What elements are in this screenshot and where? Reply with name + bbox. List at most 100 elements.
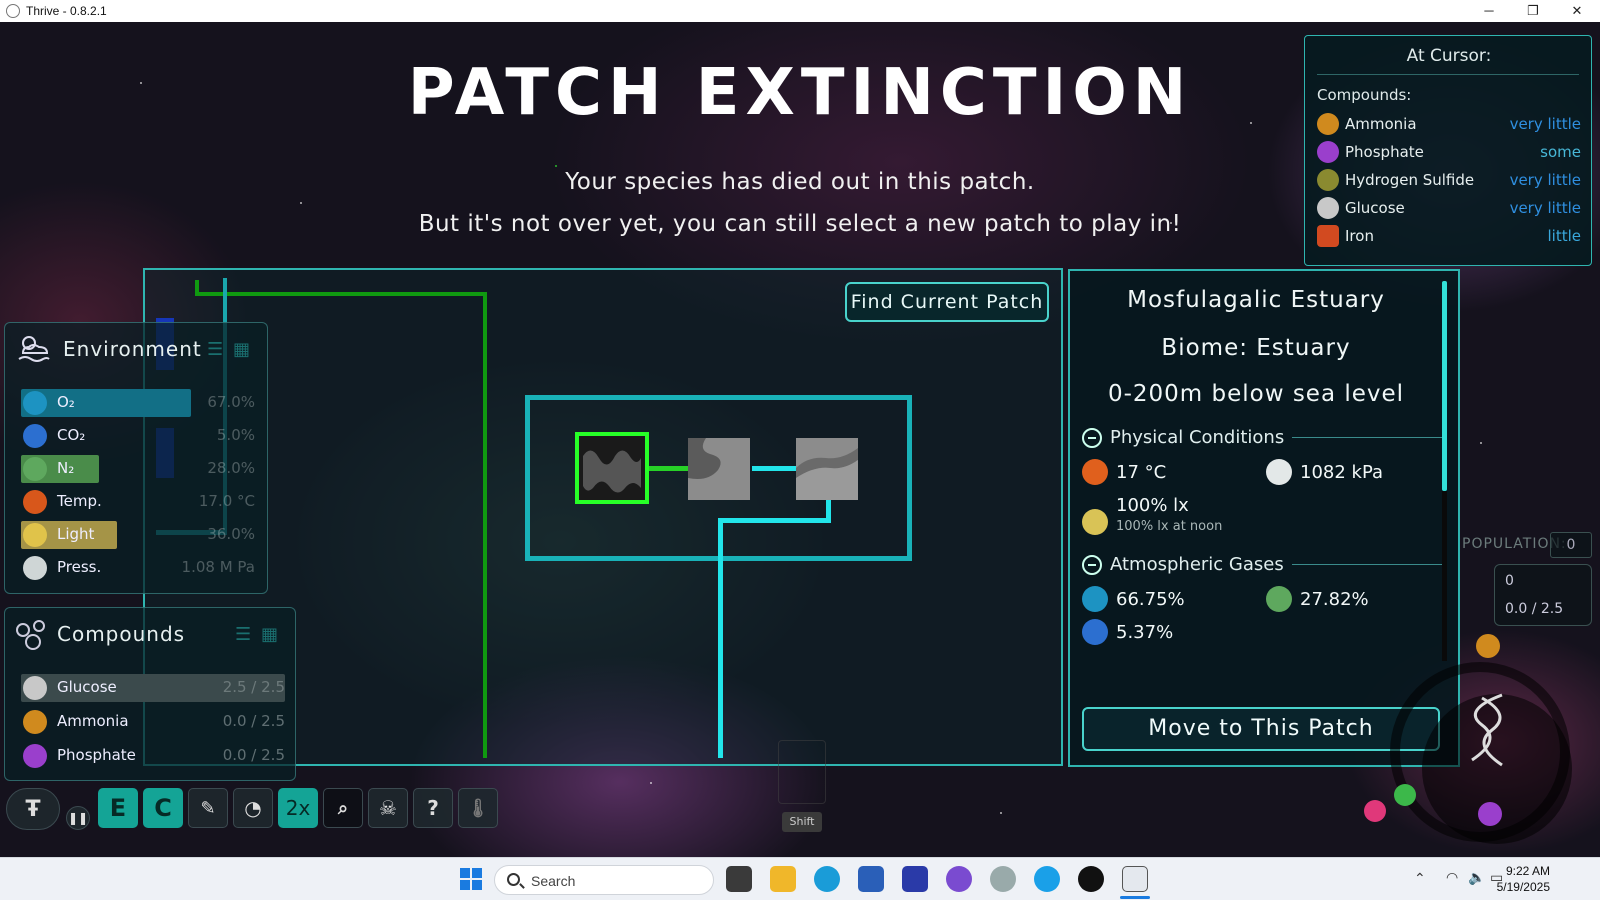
file-explorer-icon[interactable] [770,866,796,892]
ammonia-icon [23,710,47,734]
speed-button[interactable]: 2x [278,788,318,828]
skull-icon: ☠ [379,796,397,820]
grid-view-icon[interactable]: ▦ [261,624,278,645]
ammonia-icon [1317,113,1339,135]
task-view-icon[interactable] [726,866,752,892]
windows-start-icon[interactable] [458,866,484,892]
compounds-toggle-button[interactable]: C [143,788,183,828]
edge-icon[interactable] [814,866,840,892]
cursor-row-ammonia: Ammonia very little [1317,112,1581,138]
collapse-icon[interactable] [1082,554,1102,575]
editor-button[interactable]: E [98,788,138,828]
taskbar-search[interactable]: Search [494,865,714,895]
suicide-button[interactable]: ☠ [368,788,408,828]
light-at-noon: 100% lx at noon [1116,518,1223,534]
patch-node-selected[interactable] [575,432,649,504]
section-divider [1317,74,1579,75]
window-title-bar: Thrive - 0.8.2.1 ─ ❐ ✕ [0,0,1600,22]
mouse-hint [778,740,826,804]
app-icon[interactable] [1078,866,1104,892]
store-icon[interactable] [858,866,884,892]
dna-icon[interactable] [1462,690,1522,770]
patch-node-coastal[interactable] [796,438,858,500]
patch-node-estuary[interactable] [688,438,750,500]
env-row-temperature: Temp. 17.0 °C [17,488,267,516]
nitrogen-percentage: 27.82% [1300,588,1369,610]
pressure-label: Press. [57,558,102,576]
glucose-label: Glucose [57,678,117,696]
find-current-patch-button[interactable]: Find Current Patch [845,282,1049,322]
app-icon[interactable] [1034,866,1060,892]
cursor-compounds-label: Compounds: [1317,86,1412,104]
temperature-button[interactable]: 🌡 [458,788,498,828]
thermometer-icon [1082,459,1108,485]
scrollbar-track[interactable] [1442,491,1447,661]
grid-view-icon[interactable]: ▦ [233,339,250,360]
temperature-reading: 17 °C [1116,461,1167,483]
pause-button[interactable]: ❚❚ [66,806,90,830]
nitrogen-label: N₂ [57,459,75,477]
ammonia-hud-icon [1476,634,1500,658]
ammonia-value: 0.0 / 2.5 [222,712,285,730]
list-view-icon[interactable]: ☰ [207,339,223,360]
search-tool-button[interactable]: ⌕ [323,788,363,828]
weather-icon [18,336,50,362]
window-title: Thrive - 0.8.2.1 [26,4,107,18]
star [650,782,652,784]
taskbar-clock[interactable]: 9:22 AM 5/19/2025 [1497,863,1550,895]
thrive-taskbar-icon[interactable] [1122,866,1148,892]
compound-row-phosphate: Phosphate 0.0 / 2.5 [17,742,297,770]
atmospheric-gases-title: Atmospheric Gases [1110,554,1284,575]
minimize-button[interactable]: ─ [1466,0,1512,22]
engulf-button[interactable]: ✎ [188,788,228,828]
chemoreceptor-button[interactable]: ◔ [233,788,273,828]
glucose-icon [23,676,47,700]
move-to-patch-button[interactable]: Move to This Patch [1082,707,1440,751]
pie-icon: ◔ [244,796,262,820]
app-icon[interactable] [990,866,1016,892]
nitrogen-icon [23,457,47,481]
scrollbar-thumb[interactable] [1442,281,1447,491]
menu-button[interactable]: Ŧ [6,788,60,830]
active-indicator [1120,896,1150,899]
compound-name: Ammonia [1345,115,1417,133]
atmospheric-gases-header[interactable]: Atmospheric Gases [1082,554,1442,575]
app-icon[interactable] [902,866,928,892]
close-button[interactable]: ✕ [1554,0,1600,22]
vents-patch-icon [583,450,641,493]
help-button[interactable]: ? [413,788,453,828]
wifi-icon[interactable]: ◠ [1446,869,1458,886]
co2-gas: 5.37% [1082,619,1173,645]
gauge-icon [1266,459,1292,485]
env-row-oxygen: O₂ 67.0% [17,389,267,417]
list-view-icon[interactable]: ☰ [235,624,251,645]
light-value: 36.0% [207,525,255,543]
compounds-icon [16,620,45,650]
nitrogen-value: 28.0% [207,459,255,477]
compounds-panel: Compounds ☰ ▦ Glucose 2.5 / 2.5 Ammonia … [4,607,296,781]
thrive-app-icon [6,4,20,18]
maximize-button[interactable]: ❐ [1510,0,1556,22]
co2-value: 5.0% [216,426,255,444]
phosphate-hud-icon [1478,802,1502,826]
phosphate-icon [1317,141,1339,163]
patch-details-panel: Mosfulagalic Estuary Biome: Estuary 0-20… [1068,269,1460,767]
collapse-icon[interactable] [1082,427,1102,448]
cursor-row-iron: Iron little [1317,224,1581,250]
hydrogen-sulfide-icon [1317,169,1339,191]
patch-name: Mosfulagalic Estuary [1127,287,1385,313]
physical-conditions-header[interactable]: Physical Conditions [1082,427,1443,448]
compound-amount: little [1547,227,1582,245]
at-cursor-panel: At Cursor: Compounds: Ammonia very littl… [1304,35,1592,266]
volume-icon[interactable]: 🔈 [1468,869,1485,886]
map-connection-line [483,292,487,758]
compound-amount: very little [1509,171,1581,189]
search-placeholder: Search [531,873,576,889]
viber-icon[interactable] [946,866,972,892]
chevron-up-icon[interactable]: ⌃ [1414,870,1426,887]
compound-amount: very little [1509,115,1581,133]
oxygen-gas: 66.75% [1082,586,1185,612]
atp-box: 0 0.0 / 2.5 [1494,564,1592,626]
sun-icon [1082,509,1108,535]
co2-label: CO₂ [57,426,86,444]
